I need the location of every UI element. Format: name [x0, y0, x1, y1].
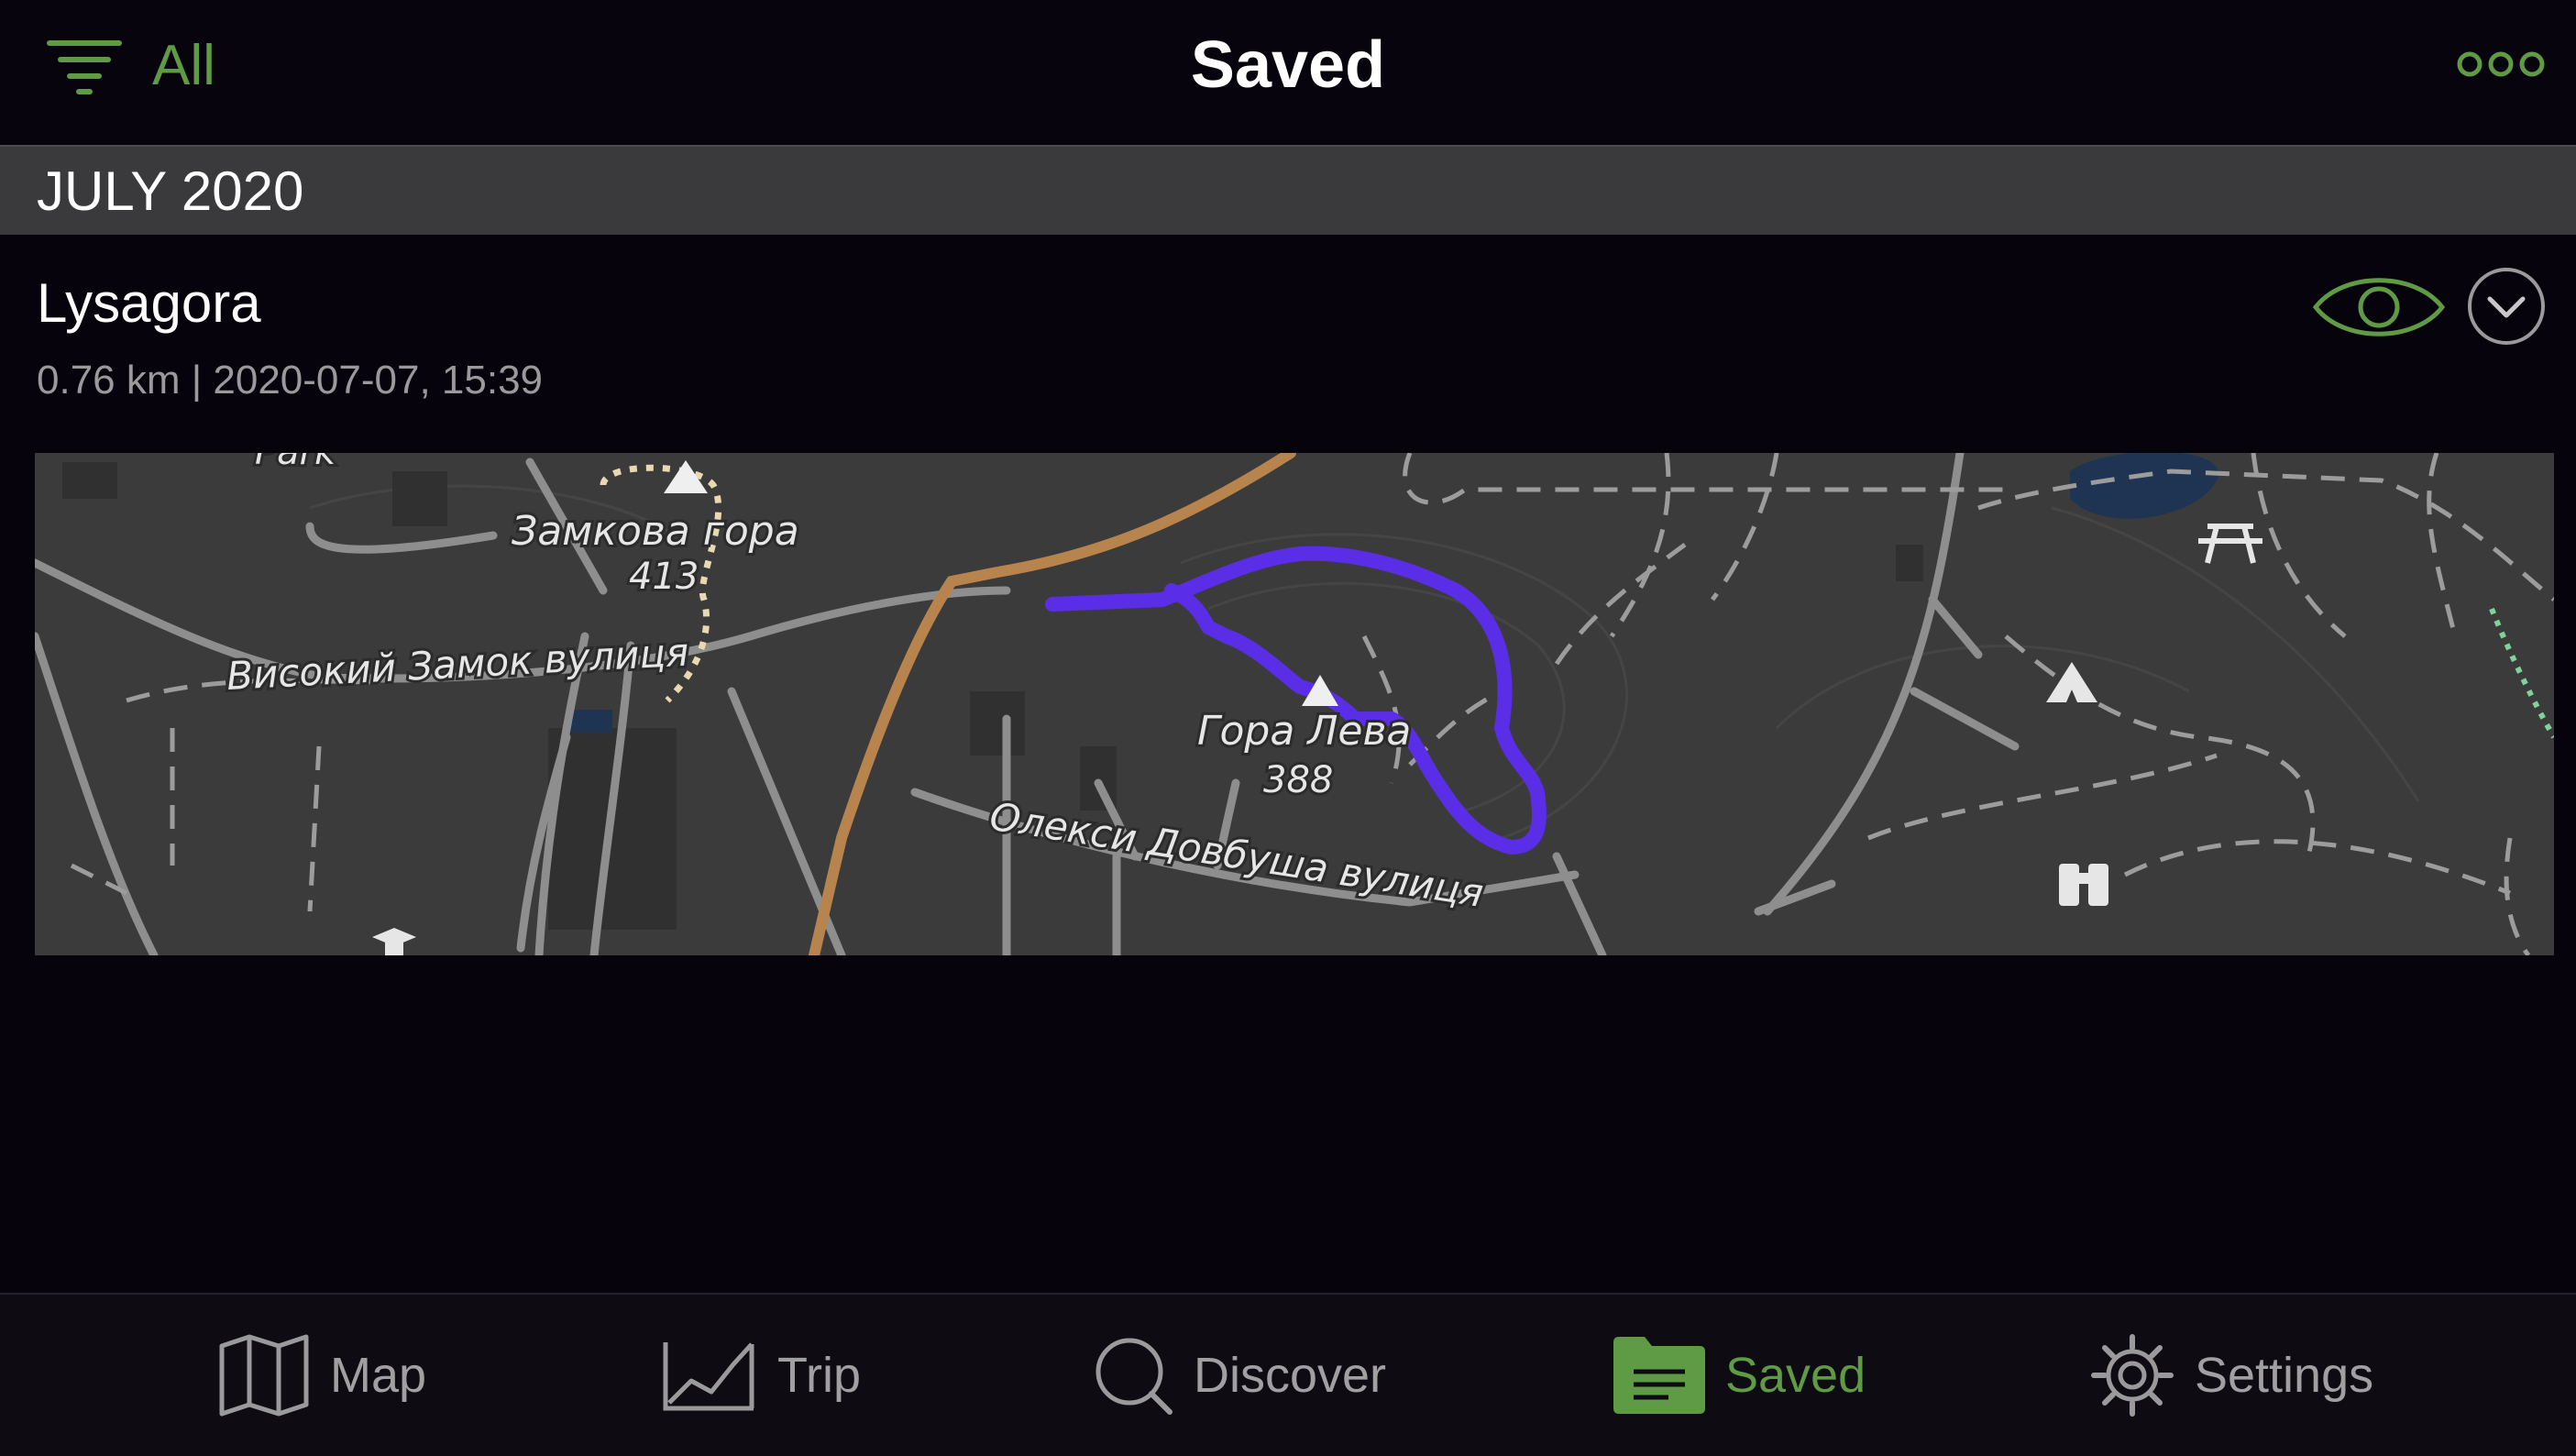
- tab-settings[interactable]: Settings: [2090, 1295, 2373, 1456]
- tab-saved[interactable]: Saved: [1613, 1295, 1866, 1456]
- map-label-peak1-elev: 413: [629, 556, 699, 598]
- page-title: Saved: [1190, 28, 1386, 102]
- map-label-peak1-name: Замкова гора: [512, 508, 799, 555]
- tab-discover-label: Discover: [1194, 1348, 1387, 1403]
- top-bar: All Saved: [0, 0, 2576, 143]
- trip-chart-icon: [663, 1342, 754, 1411]
- gear-icon: [2091, 1334, 2174, 1417]
- tab-settings-label: Settings: [2195, 1348, 2374, 1403]
- map-label-peak2-name: Гора Лева: [1197, 708, 1411, 755]
- entry-title[interactable]: Lysagora: [37, 271, 261, 335]
- tab-map-label: Map: [330, 1348, 427, 1403]
- map-preview[interactable]: Park Замкова гора 413 Високий Замок вули…: [35, 453, 2554, 955]
- tab-trip[interactable]: Trip: [662, 1295, 861, 1456]
- tab-bar: Map Trip Discover Saved Settings: [0, 1293, 2576, 1456]
- map-icon: [219, 1334, 309, 1417]
- search-icon: [1095, 1338, 1172, 1415]
- tab-map[interactable]: Map: [218, 1295, 426, 1456]
- eye-icon[interactable]: [2310, 268, 2448, 347]
- chevron-down-icon[interactable]: [2466, 266, 2547, 347]
- folder-icon: [1613, 1337, 1705, 1414]
- tab-trip-label: Trip: [777, 1348, 861, 1403]
- section-header: JULY 2020: [0, 145, 2576, 235]
- map-label-peak2-elev: 388: [1263, 759, 1333, 801]
- more-dots-icon[interactable]: [2457, 48, 2545, 81]
- entry-meta: 0.76 km | 2020-07-07, 15:39: [37, 358, 544, 403]
- tab-discover[interactable]: Discover: [1093, 1295, 1386, 1456]
- section-title: JULY 2020: [37, 160, 304, 222]
- map-label-park: Park: [255, 453, 337, 473]
- tab-saved-label: Saved: [1725, 1348, 1866, 1403]
